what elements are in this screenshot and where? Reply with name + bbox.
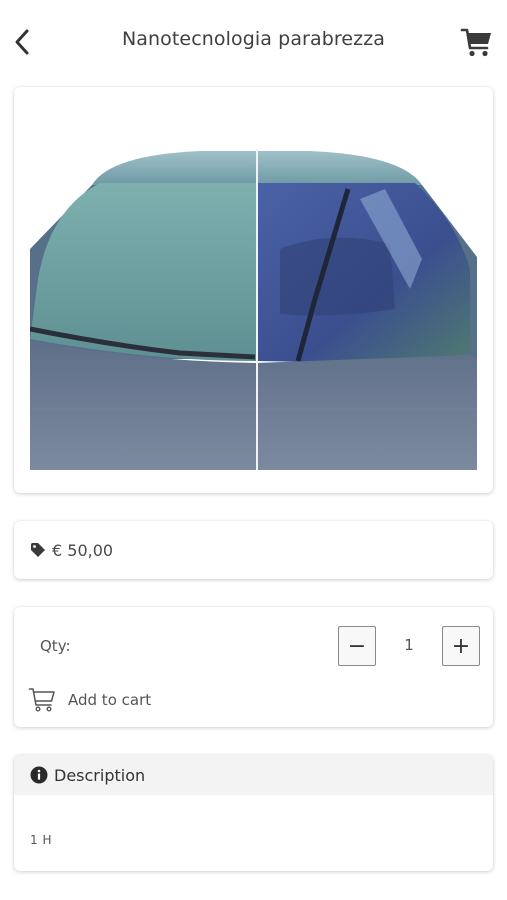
- info-icon: [30, 766, 48, 784]
- add-to-cart-button[interactable]: Add to cart: [28, 685, 151, 715]
- quantity-card: Qty: − 1 + Add to cart: [14, 607, 493, 727]
- qty-value: 1: [404, 636, 414, 654]
- description-body: 1 H: [30, 833, 52, 847]
- price-value: € 50,00: [52, 540, 114, 560]
- windshield-image: [30, 149, 477, 470]
- cart-button[interactable]: [459, 24, 495, 60]
- qty-label: Qty:: [40, 637, 71, 655]
- description-card: Description 1 H: [14, 755, 493, 871]
- app-header: Nanotecnologia parabrezza: [0, 0, 507, 84]
- cart-outline-icon: [28, 688, 55, 712]
- add-to-cart-label: Add to cart: [68, 691, 152, 709]
- back-button[interactable]: [8, 26, 36, 58]
- cart-icon: [460, 28, 491, 57]
- product-image-card: [14, 87, 493, 493]
- chevron-left-icon: [15, 29, 29, 55]
- page-title: Nanotecnologia parabrezza: [121, 28, 386, 50]
- description-header[interactable]: Description: [14, 755, 493, 795]
- product-image[interactable]: [30, 149, 477, 470]
- tag-icon: [31, 543, 45, 557]
- price-card: € 50,00: [14, 521, 493, 579]
- description-title: Description: [54, 765, 146, 785]
- decrease-qty-button[interactable]: −: [338, 626, 376, 666]
- increase-qty-button[interactable]: +: [442, 626, 480, 666]
